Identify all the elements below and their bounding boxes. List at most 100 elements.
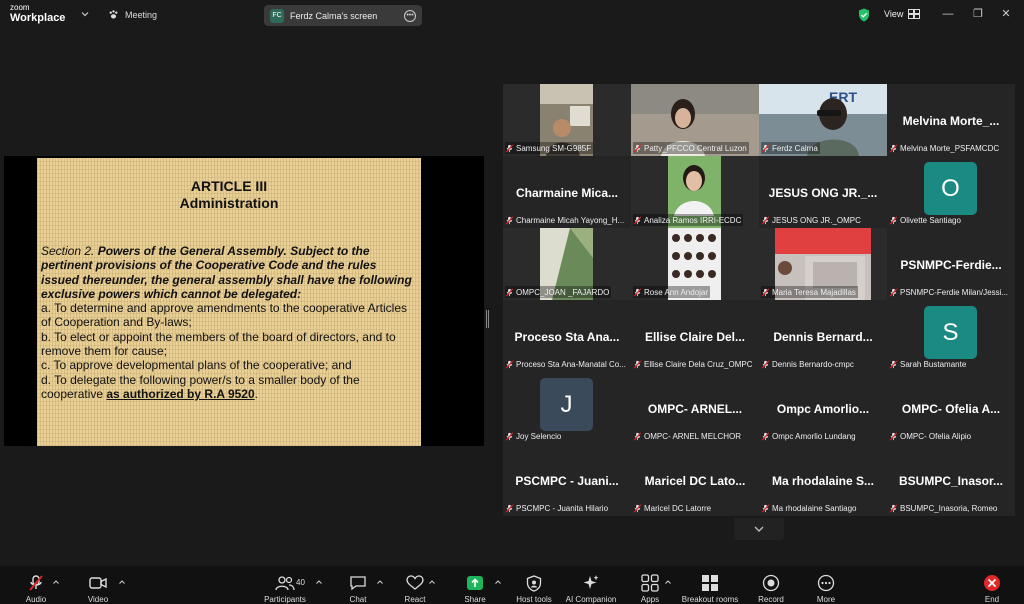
microphone-muted-icon [761,216,770,224]
participant-tile[interactable]: OMPC- ARNEL... OMPC- ARNEL MELCHOR [631,372,759,444]
video-button[interactable]: Video [84,566,112,604]
participant-display-name: Dennis Bernard... [773,330,873,344]
participant-name: Samsung SM-G985F [516,143,592,153]
participant-tile[interactable]: BSUMPC_Inasor... BSUMPC_Inasoria, Romeo [887,444,1015,516]
microphone-muted-icon [505,432,514,440]
resize-handle[interactable] [486,310,489,328]
participant-name: Analiza Ramos IRRI-ECDC [644,215,742,225]
react-options-caret-icon[interactable] [428,578,436,586]
microphone-muted-icon [633,432,642,440]
participant-name-tag: Melvina Morte_PSFAMCDC [889,142,999,154]
participant-name-tag: Proceso Sta Ana-Manatal Co... [505,358,626,370]
participant-name: Rose Ann Andojar [644,287,709,297]
participant-name: OMPC- Ofelia Alipio [900,431,972,441]
participant-name: Ellise Claire Dela Cruz_OMPC [644,359,753,369]
encryption-shield-icon[interactable] [858,8,870,22]
record-icon [762,574,780,592]
participant-tile[interactable]: PSCMPC - Juani... PSCMPC - Juanita Hilari… [503,444,631,516]
participant-name: Maria Teresa Majadillas [772,287,856,297]
participant-name-tag: Sarah Bustamante [889,358,966,370]
more-options-icon[interactable]: ••• [404,9,416,22]
share-options-caret-icon[interactable] [494,578,502,586]
shared-screen[interactable]: ARTICLE III Administration Section 2. Po… [4,156,484,446]
participant-name-tag: Ma rhodalaine Santiago [761,502,857,514]
chat-label: Chat [349,595,367,604]
participant-tile[interactable]: Ompc Amorlio... Ompc Amorlio Lundang [759,372,887,444]
participant-tile[interactable]: S Sarah Bustamante [887,300,1015,372]
participant-tile[interactable]: O Olivette Santiago [887,156,1015,228]
host-tools-button[interactable]: Host tools [514,566,554,604]
participant-name-tag: Maria Teresa Majadillas [761,286,858,298]
participant-name-tag: OMPC- Ofelia Alipio [889,430,971,442]
audio-button[interactable]: Audio [22,566,50,604]
meeting-info-button[interactable]: Meeting [108,9,157,20]
participant-tile[interactable]: OMPC_JOAN _FAJARDO [503,228,631,300]
minimize-icon[interactable]: — [942,8,954,20]
participant-display-name: Proceso Sta Ana... [514,330,620,344]
participant-name: PSCMPC - Juanita Hilario [516,503,609,513]
participant-name: OMPC- ARNEL MELCHOR [644,431,742,441]
restore-icon[interactable]: ❐ [972,8,984,20]
gallery-scroll-down-button[interactable] [734,518,784,540]
apps-options-caret-icon[interactable] [664,578,672,586]
participant-initial-avatar: O [924,162,977,215]
close-icon[interactable]: ✕ [1000,8,1012,20]
participant-tile[interactable]: OMPC- Ofelia A... OMPC- Ofelia Alipio [887,372,1015,444]
slide-item-a: a. To determine and approve amendments t… [41,301,407,330]
participant-tile[interactable]: Patty_PFCCO Central Luzon [631,84,759,156]
participant-tile[interactable]: Samsung SM-G985F [503,84,631,156]
participants-label: Participants [264,595,306,604]
participant-tile[interactable]: Ma rhodalaine S... Ma rhodalaine Santiago [759,444,887,516]
slide-lead-paragraph: Section 2. Powers of the General Assembl… [41,244,413,301]
microphone-muted-icon [633,144,642,152]
host-shield-icon [526,574,542,592]
participant-tile[interactable]: J Joy Selencio [503,372,631,444]
participant-name-tag: Ompc Amorlio Lundang [761,430,856,442]
participant-tile[interactable]: Charmaine Mica... Charmaine Micah Yayong_… [503,156,631,228]
participant-tile[interactable]: Analiza Ramos IRRI-ECDC [631,156,759,228]
participant-display-name: OMPC- Ofelia A... [901,402,1001,416]
share-screen-icon [467,576,483,590]
microphone-muted-icon [889,504,898,512]
breakout-rooms-button[interactable]: Breakout rooms [680,566,740,604]
record-button[interactable]: Record [756,566,786,604]
participant-tile[interactable]: Maria Teresa Majadillas [759,228,887,300]
audio-options-caret-icon[interactable] [52,578,60,586]
participant-tile[interactable]: Melvina Morte_... Melvina Morte_PSFAMCDC [887,84,1015,156]
participant-tile[interactable]: Dennis Bernard... Dennis Bernardo-cmpc [759,300,887,372]
react-button[interactable]: React [402,566,428,604]
participant-tile[interactable]: PSNMPC-Ferdie... PSNMPC-Ferdie Milan/Jess… [887,228,1015,300]
participant-display-name: Ma rhodalaine S... [771,474,875,488]
participant-name: Proceso Sta Ana-Manatal Co... [516,359,626,369]
video-options-caret-icon[interactable] [118,578,126,586]
breakout-rooms-label: Breakout rooms [681,595,739,604]
participant-name-tag: PSNMPC-Ferdie Milan/Jessi... [889,286,1008,298]
participant-display-name: Ellise Claire Del... [644,330,746,344]
participant-name: Sarah Bustamante [900,359,967,369]
view-menu-button[interactable]: View [884,9,921,19]
more-button[interactable]: More [812,566,840,604]
share-button[interactable]: Share [462,566,488,604]
participant-tile[interactable]: ERT Ferdz Calma [759,84,887,156]
microphone-muted-icon [29,575,43,591]
chevron-down-icon[interactable] [80,9,90,19]
participant-tile[interactable]: Proceso Sta Ana... Proceso Sta Ana-Manata… [503,300,631,372]
participants-options-caret-icon[interactable] [315,578,323,586]
shared-screen-indicator[interactable]: FC Ferdz Calma's screen ••• [264,5,422,26]
chat-options-caret-icon[interactable] [376,578,384,586]
participant-initial-avatar: J [540,378,593,431]
chat-button[interactable]: Chat [346,566,370,604]
zoom-workplace-logo[interactable]: zoom Workplace [10,4,65,24]
logo-zoom-text: zoom [10,3,30,12]
participant-tile[interactable]: Ellise Claire Del... Ellise Claire Dela C… [631,300,759,372]
apps-button[interactable]: Apps [638,566,662,604]
participants-icon [275,576,295,591]
end-meeting-button[interactable]: End [978,566,1006,604]
microphone-muted-icon [761,288,770,296]
participant-tile[interactable]: JESUS ONG JR._... JESUS ONG JR._OMPC [759,156,887,228]
ai-companion-button[interactable]: AI Companion [564,566,618,604]
participant-tile[interactable]: Maricel DC Lato... Maricel DC Latorre [631,444,759,516]
participant-name: Melvina Morte_PSFAMCDC [900,143,1000,153]
participant-tile[interactable]: Rose Ann Andojar [631,228,759,300]
participant-name: BSUMPC_Inasoria, Romeo [900,503,998,513]
